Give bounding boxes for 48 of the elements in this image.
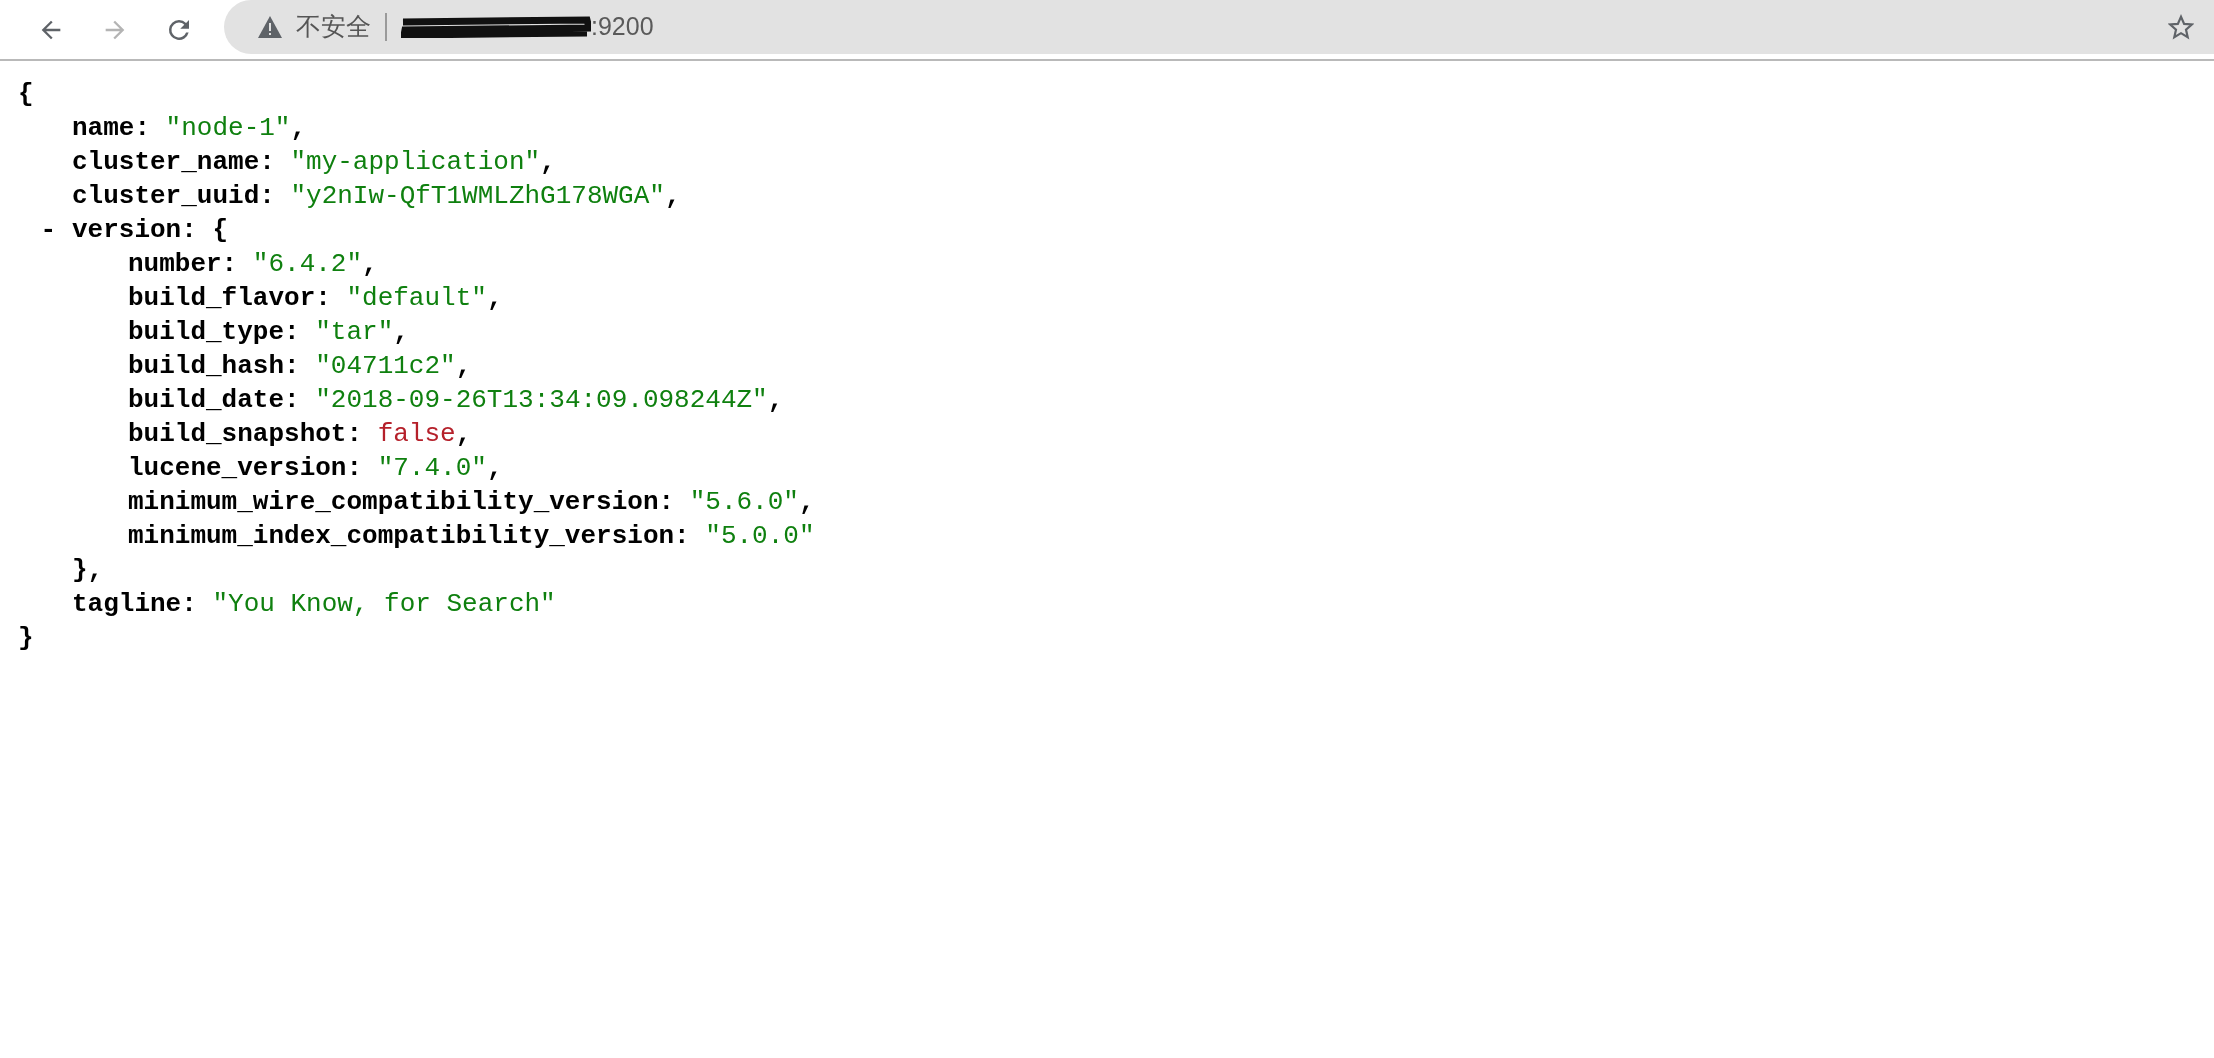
json-brace: }, (72, 554, 104, 587)
address-bar[interactable]: 不安全 :9200 (224, 0, 2214, 54)
json-punctuation: , (393, 316, 409, 349)
json-punctuation: , (290, 112, 307, 145)
json-punctuation: , (664, 180, 681, 213)
json-key: cluster_uuid: (72, 179, 275, 213)
json-key: lucene_version: (128, 451, 363, 485)
json-value: "my-application" (289, 146, 541, 179)
json-brace: { (18, 78, 34, 111)
json-value: "node-1" (164, 112, 291, 145)
json-punctuation: , (798, 486, 815, 519)
json-value: "default" (345, 282, 487, 315)
json-key: version: (72, 213, 197, 247)
json-value: "5.6.0" (688, 486, 799, 519)
warning-icon (258, 15, 282, 38)
json-value: "tar" (314, 316, 394, 349)
json-value: false (376, 418, 456, 451)
json-brace: { (211, 214, 229, 247)
star-icon[interactable] (2168, 13, 2194, 40)
json-punctuation: , (362, 248, 378, 281)
json-key: build_type: (128, 315, 300, 349)
json-punctuation: , (455, 350, 472, 383)
json-key: build_flavor: (128, 281, 331, 315)
json-value: "y2nIw-QfT1WMLZhG178WGA" (289, 180, 665, 213)
json-key: tagline: (72, 587, 197, 621)
json-punctuation: , (486, 452, 503, 485)
json-key: build_date: (128, 383, 300, 417)
json-key: cluster_name: (72, 145, 275, 179)
json-key: number: (128, 247, 238, 281)
json-punctuation: , (486, 282, 503, 315)
json-key: minimum_wire_compatibility_version: (128, 485, 675, 519)
url-text: :9200 (591, 12, 654, 41)
json-key: build_snapshot: (128, 417, 363, 451)
json-value: "04711c2" (314, 350, 456, 383)
json-key: minimum_index_compatibility_version: (128, 519, 690, 553)
collapse-toggle[interactable]: - (18, 213, 72, 247)
json-value: "6.4.2" (251, 248, 363, 281)
json-value: "5.0.0" (704, 520, 815, 553)
json-brace: } (18, 622, 34, 655)
json-value: "You Know, for Search" (211, 588, 556, 621)
json-punctuation: , (455, 418, 472, 451)
security-label: 不安全 (296, 11, 371, 42)
json-key: build_hash: (128, 349, 300, 383)
json-punctuation: , (767, 384, 784, 417)
json-punctuation: , (540, 146, 556, 179)
json-value: "2018-09-26T13:34:09.098244Z" (314, 384, 768, 417)
json-key: name: (72, 111, 150, 145)
json-value: "7.4.0" (376, 452, 487, 485)
